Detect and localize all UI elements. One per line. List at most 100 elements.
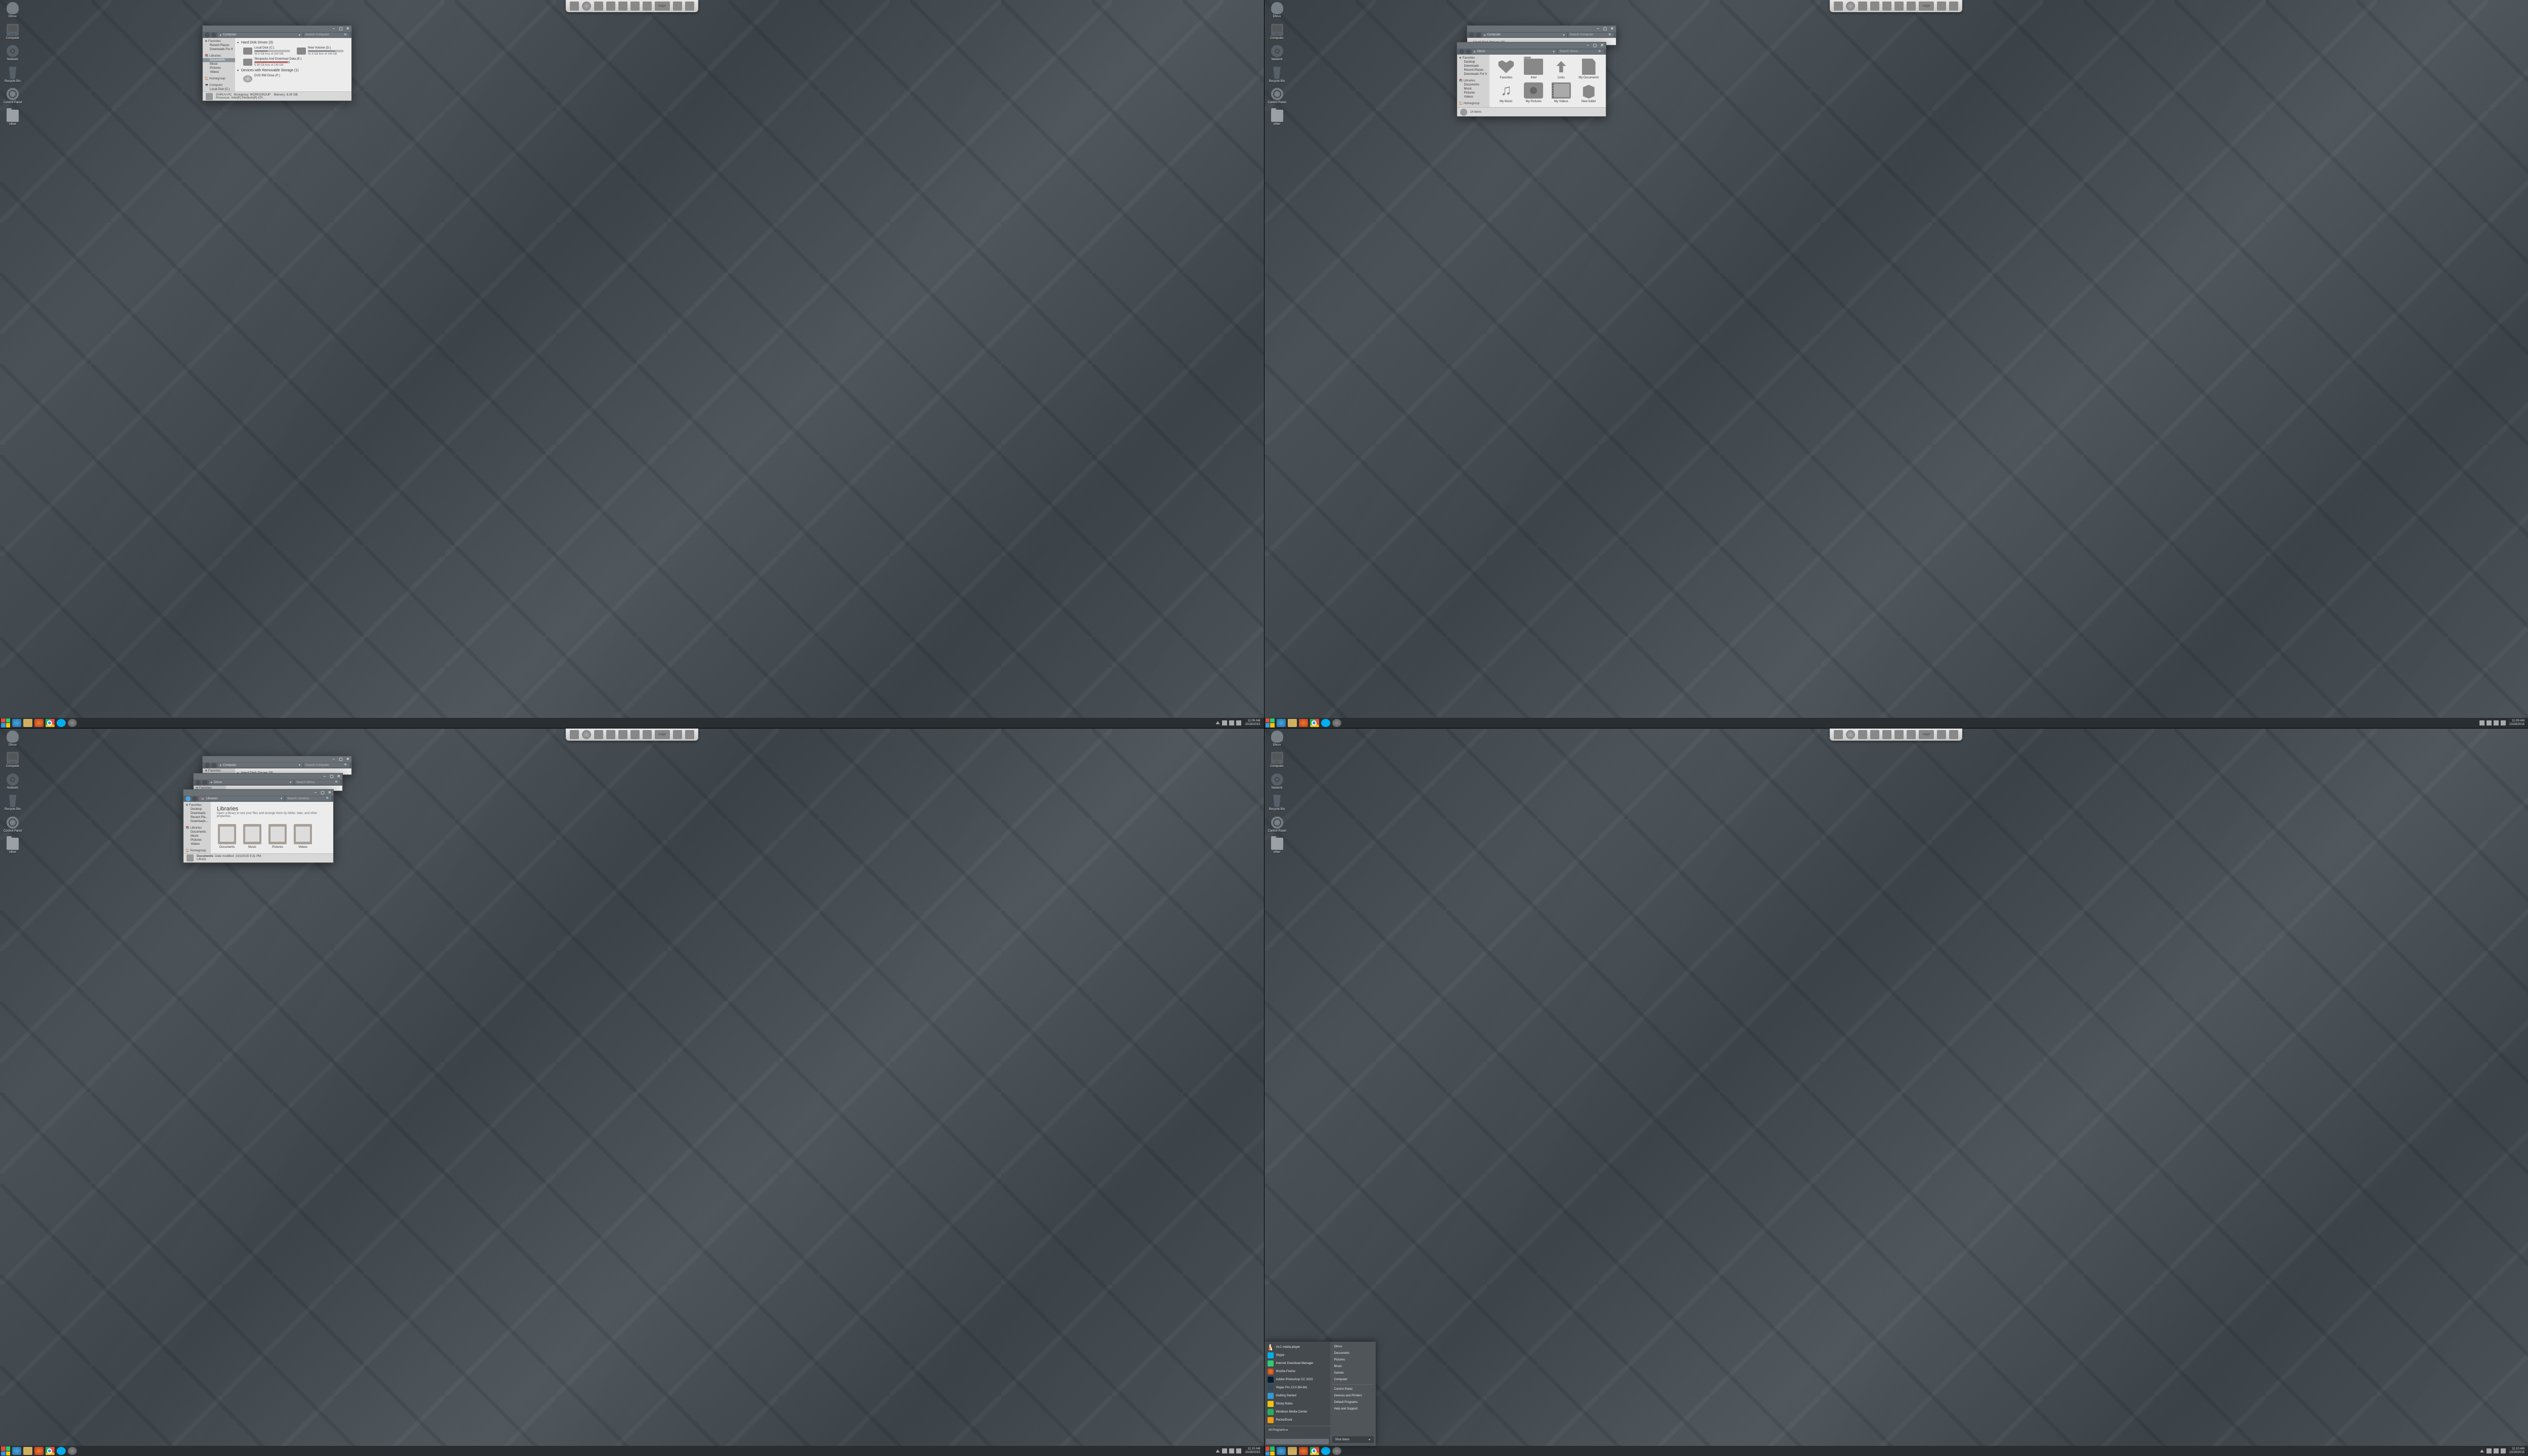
minimize-button[interactable]: – <box>313 791 318 795</box>
taskbar-clock[interactable]: 11:09 AM10/28/2015 <box>2508 719 2526 726</box>
close-button[interactable]: ✕ <box>346 27 350 31</box>
start-button[interactable] <box>1266 1446 1275 1455</box>
nav-forward[interactable] <box>1466 49 1471 54</box>
start-app-sky[interactable]: Skype <box>1265 1351 1330 1359</box>
dock-icon[interactable] <box>1882 2 1891 11</box>
explorer-bg-1[interactable]: –▢✕ ▸Computer▾ Search Computer ★ Favorit… <box>202 756 352 775</box>
start-app-vp[interactable]: Vegas Pro 13.0 (64-bit) <box>1265 1384 1330 1392</box>
maximize-button[interactable]: ▢ <box>339 27 343 31</box>
dock-icon-5[interactable] <box>618 2 627 11</box>
folder-intel[interactable]: Intel <box>1521 59 1547 79</box>
folder-mymusic[interactable]: ♫My Music <box>1494 82 1519 103</box>
library-videos[interactable]: Videos <box>294 824 312 849</box>
desktop-recycle-bin[interactable]: Recycle Bin <box>1266 66 1289 84</box>
maximize-button[interactable]: ▢ <box>321 791 325 795</box>
dock-icon[interactable] <box>1846 2 1855 11</box>
sidebar-item[interactable]: Downloads For It <box>203 48 235 52</box>
dock-icon[interactable] <box>1937 2 1946 11</box>
nav-forward[interactable] <box>1476 32 1481 37</box>
start-link-default-programs[interactable]: Default Programs <box>1332 1400 1374 1404</box>
desktop-other-folder[interactable]: other <box>1 109 24 127</box>
start-link-pictures[interactable]: Pictures <box>1332 1358 1374 1362</box>
section-removable[interactable]: Devices with Removable Storage (1) <box>237 69 349 72</box>
sidebar-libraries[interactable]: 📚 Libraries <box>203 54 235 58</box>
start-app-wmc[interactable]: Windows Media Center <box>1265 1408 1330 1416</box>
maximize-button[interactable]: ▢ <box>1603 27 1607 31</box>
start-link-computer[interactable]: Computer <box>1332 1378 1374 1382</box>
start-link-music[interactable]: Music <box>1332 1364 1374 1369</box>
dock-icon-9[interactable] <box>673 2 682 11</box>
start-app-sn[interactable]: Sticky Notes <box>1265 1400 1330 1408</box>
sidebar-item[interactable]: Recent Places <box>203 43 235 48</box>
dock-icon-1[interactable] <box>570 2 579 11</box>
drive-d[interactable]: New Volume (D:) 41.9 GB free of 194 GB <box>297 47 343 56</box>
start-button[interactable] <box>1 1446 10 1455</box>
taskbar-ie[interactable] <box>12 719 21 727</box>
sidebar-favorites[interactable]: ★ Favorites <box>203 39 235 43</box>
start-link-devices-and-printers[interactable]: Devices and Printers <box>1332 1394 1374 1398</box>
taskbar-explorer[interactable] <box>23 719 32 727</box>
dock-icon[interactable] <box>1949 2 1958 11</box>
section-hdd[interactable]: Hard Disk Drives (3) <box>237 41 349 44</box>
breadcrumb[interactable]: 📚Libraries▾ <box>199 796 284 801</box>
shutdown-button[interactable]: Shut down <box>1332 1436 1374 1443</box>
dock-icon[interactable] <box>1894 2 1904 11</box>
nav-back[interactable] <box>186 796 191 801</box>
nav-back[interactable] <box>205 32 210 37</box>
sidebar-item[interactable]: Local Disk (C:) <box>203 87 235 92</box>
start-link-games[interactable]: Games <box>1332 1371 1374 1375</box>
desktop-computer[interactable]: Computer <box>1266 23 1289 41</box>
library-documents[interactable]: Documents <box>218 824 236 849</box>
breadcrumb[interactable]: ▸Dhruv▾ <box>1472 50 1557 54</box>
explorer-libraries-window[interactable]: –▢✕ 📚Libraries▾ Search Libraries ★ Favor… <box>183 789 334 863</box>
dock-icon-7[interactable] <box>643 2 652 11</box>
folder-new[interactable]: New folder <box>1576 82 1602 103</box>
window-titlebar[interactable]: – ▢ ✕ <box>203 26 351 32</box>
start-link-dhruv[interactable]: Dhruv <box>1332 1345 1374 1349</box>
start-link-documents[interactable]: Documents <box>1332 1351 1374 1355</box>
folder-links[interactable]: Links <box>1549 59 1574 79</box>
close-button[interactable]: ✕ <box>1610 27 1614 31</box>
desktop-network[interactable]: Network <box>1266 44 1289 63</box>
desktop-network[interactable]: Network <box>1 44 24 63</box>
taskbar-skype[interactable] <box>57 719 66 727</box>
start-app-rd[interactable]: RocketDock <box>1265 1416 1330 1424</box>
folder-favorites[interactable]: Favorites <box>1494 59 1519 79</box>
start-app-vlc[interactable]: VLC media player <box>1265 1343 1330 1351</box>
tray-flag-icon[interactable] <box>1222 720 1227 725</box>
dock-icon-globe[interactable] <box>582 2 591 11</box>
taskbar-clock[interactable]: 11:09 AM10/28/2015 <box>1243 719 1261 726</box>
start-app-ff[interactable]: Mozilla Firefox <box>1265 1368 1330 1376</box>
dock-icon[interactable] <box>1858 2 1867 11</box>
dock-icon[interactable]: sugar <box>1919 2 1934 11</box>
desktop-user[interactable]: Dhruv <box>1266 1 1289 20</box>
explorer-computer-window[interactable]: – ▢ ✕ ▸Computer▾ Search Computer ★ Favor… <box>202 25 352 101</box>
sidebar-item[interactable]: Documents <box>203 58 235 62</box>
dock-icon-6[interactable] <box>630 2 640 11</box>
explorer-dhruv-window[interactable]: –▢✕ ▸Dhruv▾ Search Dhruv ★ Favorites Des… <box>1457 42 1606 117</box>
start-app-idm[interactable]: Internet Download Manager <box>1265 1359 1330 1368</box>
dock-icon-4[interactable] <box>606 2 615 11</box>
start-search-input[interactable] <box>1266 1439 1329 1444</box>
start-link-help-and-support[interactable]: Help and Support <box>1332 1407 1374 1411</box>
dock-icon-10[interactable] <box>685 2 694 11</box>
dock-icon[interactable] <box>1907 2 1916 11</box>
drive-dvd[interactable]: DVD RW Drive (F:) <box>243 74 280 82</box>
nav-back[interactable] <box>1459 49 1464 54</box>
desktop-user[interactable]: Dhruv <box>1 1 24 20</box>
taskbar-firefox[interactable] <box>34 719 43 727</box>
sidebar-homegroup[interactable]: 🏠 Homegroup <box>203 76 235 81</box>
folder-mypics[interactable]: My Pictures <box>1521 82 1547 103</box>
desktop-control-panel[interactable]: Control Panel <box>1 87 24 106</box>
desktop-computer[interactable]: Computer <box>1 23 24 41</box>
breadcrumb[interactable]: ▸Computer▾ <box>218 33 302 37</box>
all-programs[interactable]: All Programs ▸ <box>1265 1426 1330 1434</box>
start-button[interactable] <box>1266 718 1275 727</box>
library-music[interactable]: Music <box>243 824 261 849</box>
taskbar-paint[interactable] <box>68 719 77 727</box>
desktop-recycle-bin[interactable]: Recycle Bin <box>1 66 24 84</box>
dock-icon[interactable] <box>1870 2 1879 11</box>
sidebar-item[interactable]: Music <box>203 62 235 66</box>
sidebar-item[interactable]: Pictures <box>203 66 235 70</box>
library-pictures[interactable]: Pictures <box>268 824 287 849</box>
